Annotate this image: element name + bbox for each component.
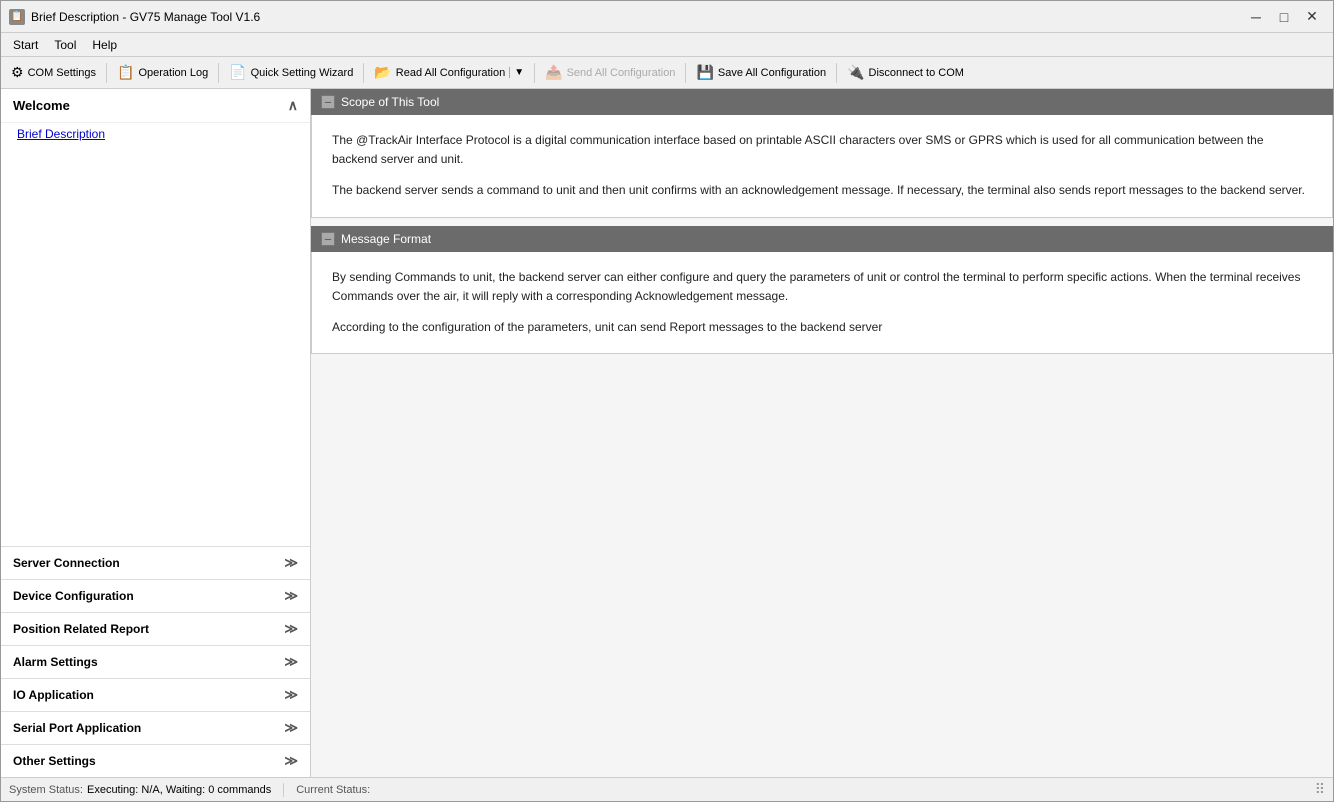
window-title: Brief Description - GV75 Manage Tool V1.… <box>31 10 1243 24</box>
send-all-icon: 📤 <box>545 64 562 81</box>
message-format-para-2: According to the configuration of the pa… <box>332 318 1312 337</box>
current-status-label: Current Status: <box>296 784 370 796</box>
save-all-button[interactable]: 💾 Save All Configuration <box>690 61 832 84</box>
other-settings-expand-icon: ≫ <box>284 753 298 769</box>
position-report-expand-icon: ≫ <box>284 621 298 637</box>
content-area: ─ Scope of This Tool The @TrackAir Inter… <box>311 89 1333 777</box>
menu-start[interactable]: Start <box>5 36 46 54</box>
com-settings-button[interactable]: ⚙ COM Settings <box>5 61 102 84</box>
com-settings-label: COM Settings <box>28 67 96 79</box>
quick-setting-label: Quick Setting Wizard <box>251 67 354 79</box>
toolbar-sep-2 <box>218 63 219 83</box>
quick-setting-icon: 📄 <box>229 64 246 81</box>
message-format-title: Message Format <box>341 232 431 246</box>
sidebar-spacer <box>1 145 310 546</box>
scope-header: ─ Scope of This Tool <box>311 89 1333 115</box>
toolbar-sep-6 <box>836 63 837 83</box>
scope-para-2: The backend server sends a command to un… <box>332 181 1312 200</box>
status-grip-icon: ⠿ <box>1315 781 1325 798</box>
main-area: Welcome ∧ Brief Description Server Conne… <box>1 89 1333 777</box>
maximize-button[interactable]: □ <box>1271 6 1297 28</box>
toolbar: ⚙ COM Settings 📋 Operation Log 📄 Quick S… <box>1 57 1333 89</box>
minimize-button[interactable]: ─ <box>1243 6 1269 28</box>
send-all-button[interactable]: 📤 Send All Configuration <box>539 61 681 84</box>
welcome-collapse-icon[interactable]: ∧ <box>288 97 298 114</box>
com-settings-icon: ⚙ <box>11 64 24 81</box>
status-sep <box>283 783 284 797</box>
close-button[interactable]: ✕ <box>1299 6 1325 28</box>
sidebar: Welcome ∧ Brief Description Server Conne… <box>1 89 311 777</box>
io-application-label: IO Application <box>13 688 94 702</box>
operation-log-icon: 📋 <box>117 64 134 81</box>
message-format-body: By sending Commands to unit, the backend… <box>311 252 1333 355</box>
window-controls: ─ □ ✕ <box>1243 6 1325 28</box>
save-all-label: Save All Configuration <box>718 67 826 79</box>
server-connection-expand-icon: ≫ <box>284 555 298 571</box>
position-report-label: Position Related Report <box>13 622 149 636</box>
scope-section: ─ Scope of This Tool The @TrackAir Inter… <box>311 89 1333 218</box>
send-all-label: Send All Configuration <box>567 67 676 79</box>
scope-title: Scope of This Tool <box>341 95 439 109</box>
menu-help[interactable]: Help <box>84 36 125 54</box>
system-status-value: Executing: N/A, Waiting: 0 commands <box>87 784 271 796</box>
menu-bar: Start Tool Help <box>1 33 1333 57</box>
serial-port-label: Serial Port Application <box>13 721 141 735</box>
toolbar-sep-5 <box>685 63 686 83</box>
message-format-section: ─ Message Format By sending Commands to … <box>311 226 1333 355</box>
io-application-expand-icon: ≫ <box>284 687 298 703</box>
sidebar-item-server-connection[interactable]: Server Connection ≫ <box>1 546 310 579</box>
disconnect-label: Disconnect to COM <box>869 67 964 79</box>
toolbar-sep-4 <box>534 63 535 83</box>
system-status-label: System Status: <box>9 784 83 796</box>
device-config-expand-icon: ≫ <box>284 588 298 604</box>
device-config-label: Device Configuration <box>13 589 134 603</box>
read-all-label: Read All Configuration <box>396 67 505 79</box>
message-format-para-1: By sending Commands to unit, the backend… <box>332 268 1312 306</box>
brief-description-link[interactable]: Brief Description <box>1 123 310 145</box>
sidebar-item-alarm-settings[interactable]: Alarm Settings ≫ <box>1 645 310 678</box>
toolbar-sep-1 <box>106 63 107 83</box>
alarm-settings-label: Alarm Settings <box>13 655 98 669</box>
save-all-icon: 💾 <box>696 64 713 81</box>
title-bar: 📋 Brief Description - GV75 Manage Tool V… <box>1 1 1333 33</box>
sidebar-item-device-config[interactable]: Device Configuration ≫ <box>1 579 310 612</box>
quick-setting-button[interactable]: 📄 Quick Setting Wizard <box>223 61 359 84</box>
disconnect-icon: 🔌 <box>847 64 864 81</box>
message-format-collapse-icon[interactable]: ─ <box>321 232 335 246</box>
server-connection-label: Server Connection <box>13 556 120 570</box>
serial-port-expand-icon: ≫ <box>284 720 298 736</box>
operation-log-button[interactable]: 📋 Operation Log <box>111 61 214 84</box>
menu-tool[interactable]: Tool <box>46 36 84 54</box>
welcome-label: Welcome <box>13 98 70 113</box>
read-all-dropdown-icon[interactable]: ▼ <box>509 67 524 78</box>
sidebar-item-serial-port[interactable]: Serial Port Application ≫ <box>1 711 310 744</box>
status-bar: System Status: Executing: N/A, Waiting: … <box>1 777 1333 801</box>
alarm-settings-expand-icon: ≫ <box>284 654 298 670</box>
sidebar-welcome-section: Welcome ∧ <box>1 89 310 123</box>
scope-para-1: The @TrackAir Interface Protocol is a di… <box>332 131 1312 169</box>
message-format-header: ─ Message Format <box>311 226 1333 252</box>
main-window: 📋 Brief Description - GV75 Manage Tool V… <box>0 0 1334 802</box>
sidebar-item-other-settings[interactable]: Other Settings ≫ <box>1 744 310 777</box>
sidebar-item-position-report[interactable]: Position Related Report ≫ <box>1 612 310 645</box>
read-all-icon: 📂 <box>374 64 391 81</box>
sidebar-item-io-application[interactable]: IO Application ≫ <box>1 678 310 711</box>
read-all-button[interactable]: 📂 Read All Configuration ▼ <box>368 61 530 84</box>
toolbar-sep-3 <box>363 63 364 83</box>
other-settings-label: Other Settings <box>13 754 96 768</box>
disconnect-button[interactable]: 🔌 Disconnect to COM <box>841 61 970 84</box>
app-icon: 📋 <box>9 9 25 25</box>
scope-body: The @TrackAir Interface Protocol is a di… <box>311 115 1333 218</box>
operation-log-label: Operation Log <box>138 67 208 79</box>
scope-collapse-icon[interactable]: ─ <box>321 95 335 109</box>
